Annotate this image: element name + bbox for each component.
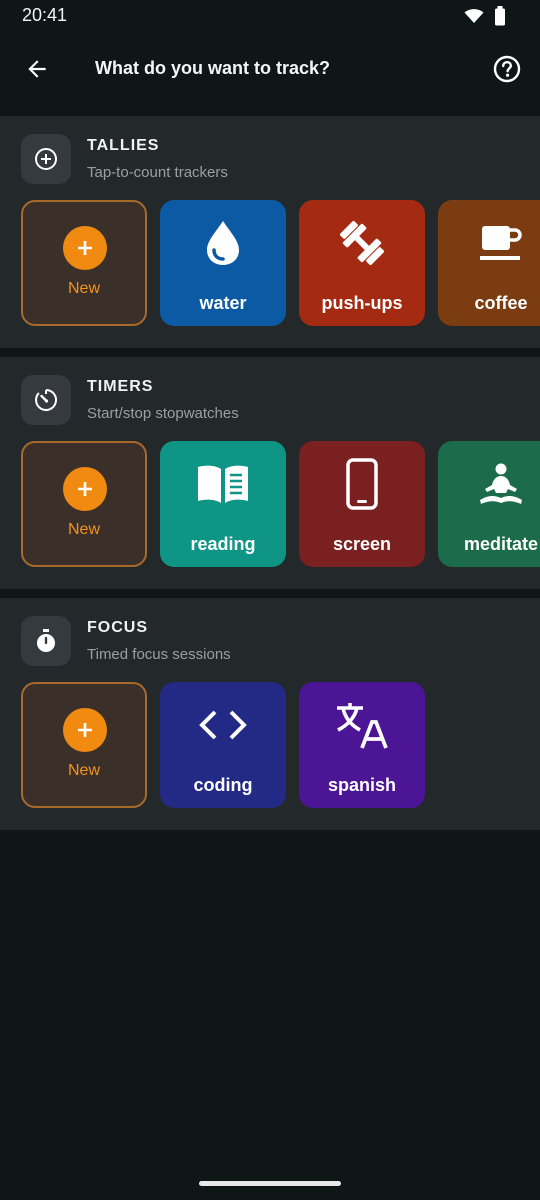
plus-circle-outline-icon: [21, 134, 71, 184]
section-tallies: TALLIES Tap-to-count trackers New water …: [0, 116, 540, 348]
new-focus-button[interactable]: New: [21, 682, 147, 808]
tracker-tile-water[interactable]: water: [160, 200, 286, 326]
section-subtitle: Tap-to-count trackers: [87, 164, 228, 181]
tile-label: coffee: [474, 293, 528, 313]
tile-label: push-ups: [321, 293, 403, 313]
section-subtitle: Timed focus sessions: [87, 646, 231, 663]
tracker-tile-screen[interactable]: screen: [299, 441, 425, 567]
arrow-back-icon: [28, 60, 46, 78]
status-bar: 20:41: [0, 0, 540, 34]
tracker-tile-meditate[interactable]: meditate: [438, 441, 540, 567]
app-bar: What do you want to track?: [0, 34, 540, 104]
tile-label: water: [199, 293, 247, 313]
tracker-tile-spanish[interactable]: spanish: [299, 682, 425, 808]
section-subtitle: Start/stop stopwatches: [87, 405, 239, 422]
section-title: FOCUS: [87, 619, 148, 636]
tile-label: coding: [193, 775, 253, 795]
tile-label: New: [67, 280, 100, 297]
tracker-list: New water push-ups coffee: [21, 200, 540, 326]
battery-icon: [495, 6, 505, 26]
section-timers: TIMERS Start/stop stopwatches New readin…: [0, 357, 540, 589]
translate-icon: [299, 698, 425, 752]
dumbbell-icon: [299, 216, 425, 270]
meditation-icon: [438, 457, 540, 511]
phone-icon: [299, 457, 425, 511]
tracker-tile-coffee[interactable]: coffee: [438, 200, 540, 326]
status-time: 20:41: [22, 5, 68, 25]
stopwatch-icon: [21, 616, 71, 666]
water-drop-icon: [160, 216, 286, 270]
timer-icon: [21, 375, 71, 425]
tracker-list: New coding spanish: [21, 682, 540, 808]
tile-label: New: [67, 521, 100, 538]
wifi-icon: [464, 9, 484, 23]
status-icons: [464, 6, 506, 26]
home-indicator[interactable]: [199, 1181, 341, 1186]
section-title: TALLIES: [87, 137, 160, 154]
help-button[interactable]: [490, 52, 524, 86]
book-icon: [160, 457, 286, 511]
tracker-tile-reading[interactable]: reading: [160, 441, 286, 567]
back-button[interactable]: [20, 52, 54, 86]
tile-label: screen: [332, 534, 392, 554]
add-icon: [63, 226, 107, 270]
page-title: What do you want to track?: [95, 58, 331, 78]
section-focus: FOCUS Timed focus sessions New coding sp…: [0, 598, 540, 830]
tracker-tile-push-ups[interactable]: push-ups: [299, 200, 425, 326]
add-icon: [63, 708, 107, 752]
tile-label: meditate: [463, 534, 539, 554]
new-tally-button[interactable]: New: [21, 200, 147, 326]
tile-label: reading: [190, 534, 256, 554]
tile-label: New: [67, 762, 100, 779]
tile-label: spanish: [327, 775, 397, 795]
add-icon: [63, 467, 107, 511]
new-timer-button[interactable]: New: [21, 441, 147, 567]
tracker-tile-coding[interactable]: coding: [160, 682, 286, 808]
coffee-cup-icon: [438, 216, 540, 270]
tracker-list: New reading screen meditate: [21, 441, 540, 567]
help-circle-icon: [493, 55, 521, 83]
code-icon: [160, 698, 286, 752]
section-title: TIMERS: [87, 378, 154, 395]
